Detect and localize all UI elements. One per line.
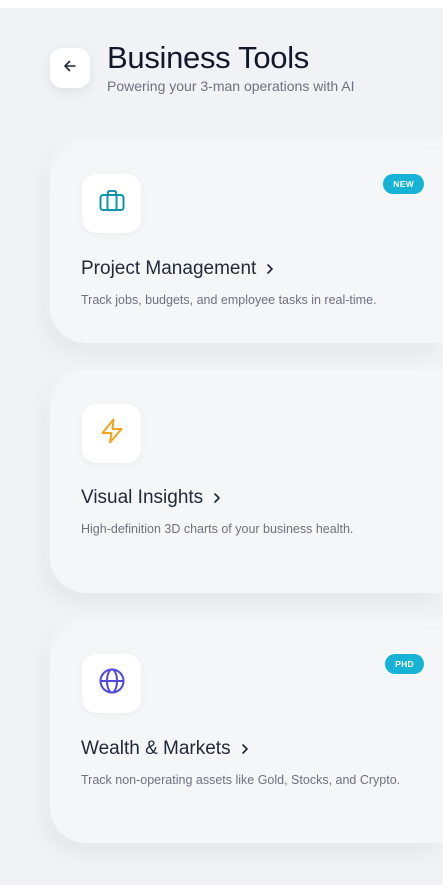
card-description: High-definition 3D charts of your busine… xyxy=(81,522,354,536)
tool-card-project-management[interactable]: NEW Project Management Track jobs, budge… xyxy=(50,145,443,343)
card-title: Wealth & Markets xyxy=(81,738,250,760)
tool-card-visual-insights[interactable]: Visual Insights High-definition 3D chart… xyxy=(50,375,443,593)
page-subtitle: Powering your 3-man operations with AI xyxy=(107,78,355,94)
chevron-right-icon xyxy=(212,492,222,504)
card-title: Visual Insights xyxy=(81,487,222,509)
icon-tile xyxy=(82,654,141,713)
card-title-label: Wealth & Markets xyxy=(81,738,231,759)
card-title: Project Management xyxy=(81,258,275,280)
chevron-right-icon xyxy=(265,263,275,275)
card-title-label: Project Management xyxy=(81,258,257,279)
phd-badge: PHD xyxy=(385,654,424,674)
card-description: Track jobs, budgets, and employee tasks … xyxy=(81,293,377,307)
lightning-icon xyxy=(97,416,127,451)
page-header: Business Tools Powering your 3-man opera… xyxy=(50,40,430,100)
card-description: Track non-operating assets like Gold, St… xyxy=(81,773,401,787)
back-button[interactable] xyxy=(50,48,90,88)
card-title-label: Visual Insights xyxy=(81,487,204,508)
chevron-right-icon xyxy=(240,743,250,755)
briefcase-icon xyxy=(97,186,127,221)
top-bar xyxy=(0,0,443,8)
new-badge: NEW xyxy=(383,174,424,194)
globe-icon xyxy=(97,666,127,701)
arrow-left-icon xyxy=(62,58,78,79)
tool-card-wealth-markets[interactable]: PHD Wealth & Markets Track non-operating… xyxy=(50,625,443,843)
page-title: Business Tools xyxy=(107,40,310,75)
icon-tile xyxy=(82,174,141,233)
icon-tile xyxy=(82,404,141,463)
